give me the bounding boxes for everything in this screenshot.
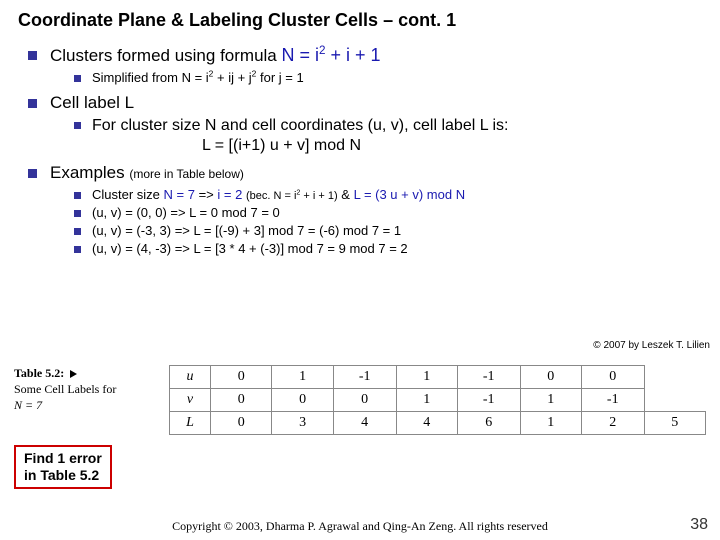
- table-cell: 1: [520, 389, 581, 412]
- table-cell: 6: [457, 412, 520, 435]
- table-cell: 1: [396, 366, 457, 389]
- error-callout: Find 1 errorin Table 5.2: [14, 445, 112, 489]
- table-cell: 4: [333, 412, 396, 435]
- bullet-cell-label-head: Cell label L: [50, 93, 134, 112]
- page-number: 38: [690, 516, 708, 534]
- bullet-cell-label-detail: For cluster size N and cell coordinates …: [74, 117, 706, 155]
- copyright-line: © 2007 by Leszek T. Lilien: [593, 340, 710, 351]
- table-cell: 0: [333, 389, 396, 412]
- table-cell: 4: [396, 412, 457, 435]
- table-cell: 0: [211, 366, 272, 389]
- table-cell: 5: [644, 412, 705, 435]
- table-cell: -1: [581, 389, 644, 412]
- table-cell: 0: [581, 366, 644, 389]
- example-item: Cluster size N = 7 => i = 2 (bec. N = i2…: [74, 187, 706, 202]
- example-item: (u, v) = (0, 0) => L = 0 mod 7 = 0: [74, 205, 706, 220]
- bullet-list: Clusters formed using formula N = i2 + i…: [18, 45, 706, 256]
- table-caption: Table 5.2: Some Cell Labels for N = 7: [14, 365, 164, 414]
- bullet-clusters-text: Clusters formed using formula N = i2 + i…: [50, 46, 381, 65]
- row-label: L: [170, 412, 211, 435]
- table-cell: 1: [520, 412, 581, 435]
- example-item: (u, v) = (4, -3) => L = [3 * 4 + (-3)] m…: [74, 241, 706, 256]
- row-label: v: [170, 389, 211, 412]
- table-cell: 1: [396, 389, 457, 412]
- data-table: u01-11-100v0001-11-1L03446125: [169, 365, 706, 435]
- table-cell: -1: [457, 366, 520, 389]
- example-item: (u, v) = (-3, 3) => L = [(-9) + 3] mod 7…: [74, 223, 706, 238]
- bullet-simplified: Simplified from N = i2 + ij + j2 for j =…: [74, 70, 706, 85]
- formula-L: L = [(i+1) u + v] mod N: [92, 137, 706, 155]
- bullet-clusters: Clusters formed using formula N = i2 + i…: [28, 45, 706, 85]
- table-cell: 0: [211, 389, 272, 412]
- table-cell: 3: [272, 412, 333, 435]
- table-cell: 1: [272, 366, 333, 389]
- bullet-examples: Examples (more in Table below) Cluster s…: [28, 163, 706, 256]
- slide-title: Coordinate Plane & Labeling Cluster Cell…: [18, 10, 706, 31]
- table-cell: 0: [211, 412, 272, 435]
- row-label: u: [170, 366, 211, 389]
- table-cell: -1: [457, 389, 520, 412]
- table-cell: -1: [333, 366, 396, 389]
- table-cell: 0: [272, 389, 333, 412]
- table-cell: 2: [581, 412, 644, 435]
- bullet-examples-head: Examples (more in Table below): [50, 163, 244, 182]
- footer-copyright: Copyright © 2003, Dharma P. Agrawal and …: [0, 519, 720, 534]
- bullet-cell-label: Cell label L For cluster size N and cell…: [28, 93, 706, 155]
- triangle-icon: [70, 370, 77, 378]
- table-cell: 0: [520, 366, 581, 389]
